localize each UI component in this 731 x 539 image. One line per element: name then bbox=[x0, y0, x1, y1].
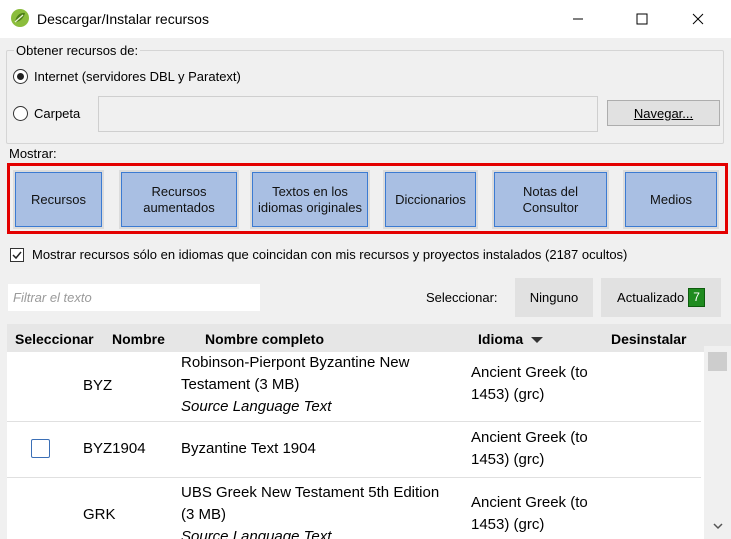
minimize-icon bbox=[573, 18, 583, 20]
folder-option[interactable]: Carpeta bbox=[13, 106, 80, 121]
title-bar: Descargar/Instalar recursos bbox=[0, 0, 731, 38]
resource-full-name-cell: UBS Greek New Testament 5th Edition (3 M… bbox=[181, 482, 451, 539]
internet-radio[interactable] bbox=[13, 69, 28, 84]
chevron-down-icon bbox=[712, 523, 723, 530]
internet-label: Internet (servidores DBL y Paratext) bbox=[34, 69, 241, 84]
resource-name: BYZ1904 bbox=[83, 440, 146, 457]
resource-full-name: UBS Greek New Testament 5th Edition (3 M… bbox=[181, 484, 440, 523]
resource-language: Ancient Greek (to 1453) (grc) bbox=[471, 494, 588, 533]
checkmark-icon bbox=[12, 251, 22, 259]
vertical-scrollbar[interactable] bbox=[704, 346, 731, 539]
folder-path-input[interactable] bbox=[98, 96, 598, 132]
language-filter-checkbox[interactable] bbox=[10, 247, 24, 262]
resource-description: Source Language Text bbox=[181, 528, 332, 539]
table-row[interactable]: BYZ1904 Byzantine Text 1904 Ancient Gree… bbox=[7, 422, 701, 478]
resource-full-name: Robinson-Pierpont Byzantine New Testamen… bbox=[181, 354, 410, 393]
resource-name: GRK bbox=[83, 506, 116, 523]
show-consultant-notes-button[interactable]: Notas del Consultor bbox=[494, 172, 607, 227]
resources-table: Seleccionar Nombre Nombre completo Idiom… bbox=[7, 324, 731, 539]
resource-language: Ancient Greek (to 1453) (grc) bbox=[471, 429, 588, 468]
column-header-language-label: Idioma bbox=[478, 331, 524, 347]
column-header-select[interactable]: Seleccionar bbox=[15, 331, 94, 347]
select-updated-button[interactable]: Actualizado 7 bbox=[601, 278, 721, 317]
maximize-button[interactable] bbox=[619, 0, 665, 38]
show-resources-button[interactable]: Recursos bbox=[15, 172, 102, 227]
close-icon bbox=[692, 13, 704, 25]
show-enhanced-resources-button[interactable]: Recursos aumentados bbox=[121, 172, 237, 227]
select-label: Seleccionar: bbox=[426, 290, 498, 305]
show-dictionaries-button[interactable]: Diccionarios bbox=[385, 172, 476, 227]
show-media-button[interactable]: Medios bbox=[625, 172, 717, 227]
scroll-down-button[interactable] bbox=[704, 519, 731, 533]
row-select-checkbox[interactable] bbox=[31, 439, 50, 458]
language-filter-option[interactable]: Mostrar recursos sólo en idiomas que coi… bbox=[10, 247, 627, 262]
column-header-name[interactable]: Nombre bbox=[112, 331, 165, 347]
folder-label: Carpeta bbox=[34, 106, 81, 121]
internet-option[interactable]: Internet (servidores DBL y Paratext) bbox=[13, 69, 241, 84]
source-group-legend: Obtener recursos de: bbox=[14, 43, 141, 58]
resource-full-name: Byzantine Text 1904 bbox=[181, 440, 316, 457]
filter-text-input[interactable]: Filtrar el texto bbox=[8, 284, 260, 311]
resource-language: Ancient Greek (to 1453) (grc) bbox=[471, 364, 588, 403]
minimize-button[interactable] bbox=[555, 0, 601, 38]
table-row[interactable]: BYZ Robinson-Pierpont Byzantine New Test… bbox=[7, 352, 701, 422]
paratext-leaf-icon bbox=[11, 9, 29, 27]
column-header-full-name[interactable]: Nombre completo bbox=[205, 331, 324, 347]
column-header-uninstall[interactable]: Desinstalar bbox=[611, 331, 686, 347]
updated-count-badge: 7 bbox=[688, 288, 705, 307]
column-header-language[interactable]: Idioma bbox=[478, 331, 544, 347]
scrollbar-thumb[interactable] bbox=[708, 352, 727, 371]
show-original-language-texts-button[interactable]: Textos en los idiomas originales bbox=[252, 172, 368, 227]
table-header: Seleccionar Nombre Nombre completo Idiom… bbox=[7, 324, 731, 352]
close-button[interactable] bbox=[675, 0, 721, 38]
browse-button[interactable]: Navegar... bbox=[607, 100, 720, 126]
folder-radio[interactable] bbox=[13, 106, 28, 121]
select-none-button[interactable]: Ninguno bbox=[515, 278, 593, 317]
updated-label: Actualizado bbox=[617, 290, 685, 305]
show-label: Mostrar: bbox=[9, 146, 57, 161]
resource-description: Source Language Text bbox=[181, 398, 332, 415]
table-row[interactable]: GRK UBS Greek New Testament 5th Edition … bbox=[7, 478, 701, 539]
window-title: Descargar/Instalar recursos bbox=[37, 11, 209, 27]
resource-full-name-cell: Robinson-Pierpont Byzantine New Testamen… bbox=[181, 352, 451, 418]
language-filter-label: Mostrar recursos sólo en idiomas que coi… bbox=[32, 247, 628, 262]
sort-descending-icon bbox=[531, 337, 544, 344]
resource-name: BYZ bbox=[83, 377, 113, 394]
maximize-icon bbox=[636, 13, 648, 25]
